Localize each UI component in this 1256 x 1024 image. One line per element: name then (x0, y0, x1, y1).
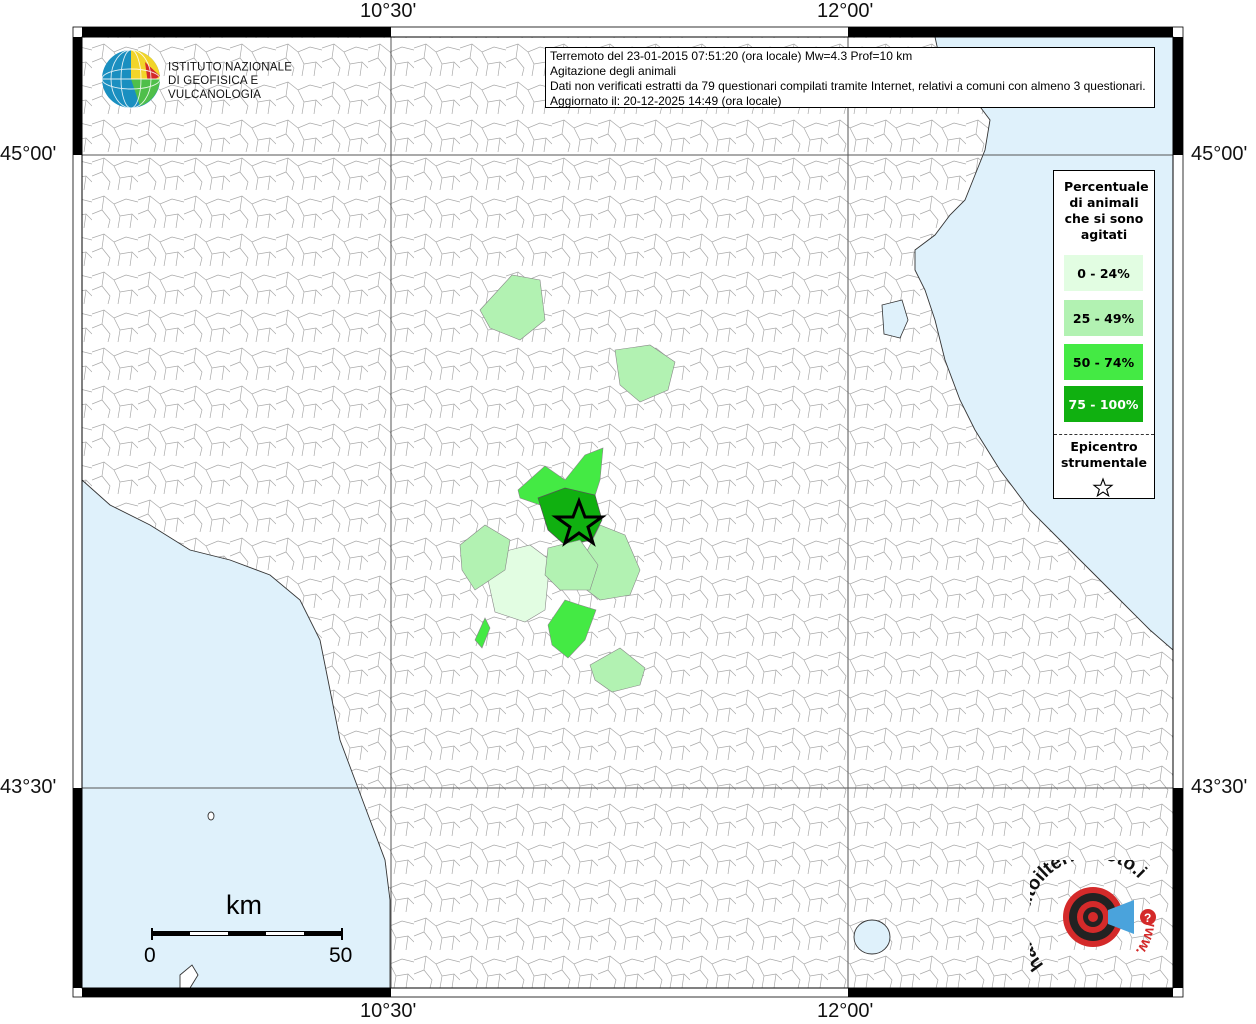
tick-top-left: 10°30' (360, 0, 417, 22)
svg-text:?: ? (1144, 911, 1151, 925)
legend-swatch-2: 50 - 74% (1064, 344, 1143, 380)
legend-title: Percentuale di animali che si sono agita… (1054, 179, 1154, 243)
info-line-event: Terremoto del 23-01-2015 07:51:20 (ora l… (550, 49, 913, 63)
legend-label-0: 0 - 24% (1077, 265, 1130, 281)
tick-left-bottom: 43°30' (0, 776, 57, 798)
legend-label-1: 25 - 49% (1072, 310, 1135, 326)
legend-epicenter-text: Epicentro strumentale (1060, 439, 1148, 470)
info-box: Terremoto del 23-01-2015 07:51:20 (ora l… (545, 47, 1155, 108)
tick-bottom-right: 12°00' (817, 1000, 874, 1022)
tick-bottom-left: 10°30' (360, 1000, 417, 1022)
ingv-globe-icon (101, 49, 161, 109)
ingv-line1: ISTITUTO NAZIONALE (168, 61, 293, 74)
info-line-subject: Agitazione degli animali (550, 64, 677, 78)
ingv-line2: DI GEOFISICA E VULCANOLOGIA (168, 74, 262, 101)
island-capraia (207, 811, 215, 821)
hsit-logo: haisentitoilterremoto.it www. ? (1030, 860, 1159, 975)
legend-separator (1054, 434, 1154, 435)
legend-swatch-3: 75 - 100% (1064, 386, 1143, 422)
info-line-updated: Aggiornato il: 20-12-2025 14:49 (ora loc… (550, 94, 782, 108)
legend-epicenter-title: Epicentro strumentale (1054, 439, 1154, 471)
tick-top-right: 12°00' (817, 0, 874, 22)
scale-unit: km (226, 890, 262, 920)
ingv-text: ISTITUTO NAZIONALE DI GEOFISICA E VULCAN… (168, 61, 312, 102)
ingv-logo: ISTITUTO NAZIONALE DI GEOFISICA E VULCAN… (100, 48, 312, 110)
legend-title-text: Percentuale di animali che si sono agita… (1064, 179, 1149, 242)
lake-trasimeno (853, 919, 891, 955)
tick-right-top: 45°00' (1191, 143, 1248, 165)
info-line-disclaimer: Dati non verificati estratti da 79 quest… (550, 79, 1146, 93)
legend-label-3: 75 - 100% (1068, 396, 1139, 412)
scale-start: 0 (144, 944, 156, 967)
scale-end: 50 (329, 944, 353, 967)
tick-right-bottom: 43°30' (1191, 776, 1248, 798)
legend-swatch-1: 25 - 49% (1064, 300, 1143, 336)
star-outline-icon (1092, 477, 1114, 498)
legend: Percentuale di animali che si sono agita… (1053, 170, 1155, 499)
legend-swatch-0: 0 - 24% (1064, 255, 1143, 291)
tick-left-top: 45°00' (0, 143, 57, 165)
legend-label-2: 50 - 74% (1072, 354, 1135, 370)
